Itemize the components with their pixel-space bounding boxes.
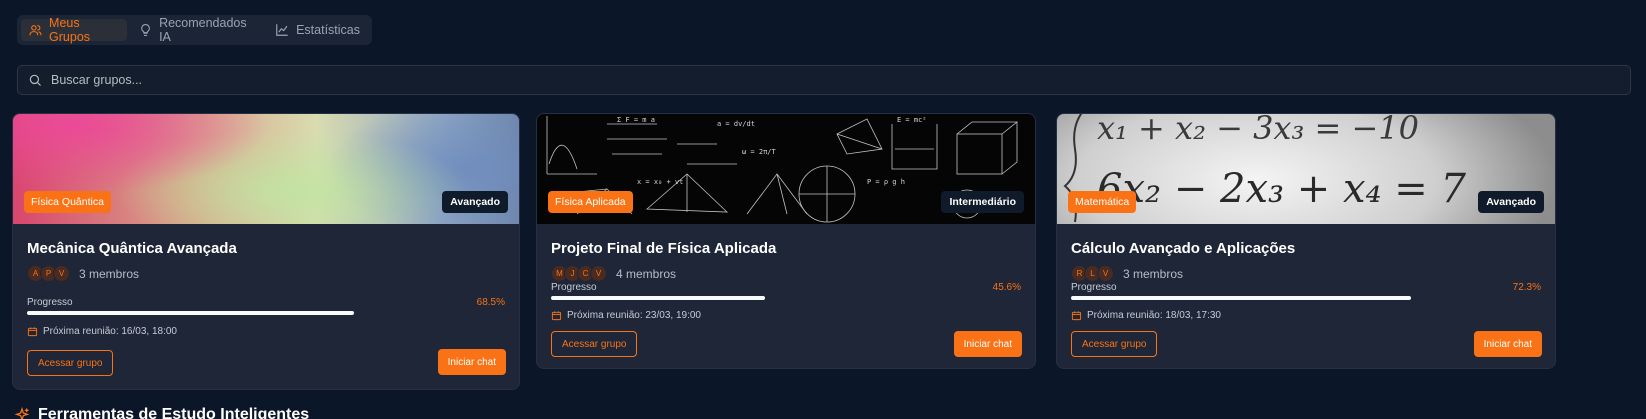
start-chat-button[interactable]: Iniciar chat (953, 331, 1022, 357)
group-card: x₁ + x₂ − 3x₃ = −10 6x₂ − 2x₃ + x₄ = 7 M… (1056, 113, 1556, 369)
chart-line-icon (276, 24, 288, 36)
search-input[interactable] (51, 73, 1630, 87)
group-cover-image: Física Quântica Avançado (13, 114, 519, 224)
meeting-text: Próxima reunião: 18/03, 17:30 (1087, 310, 1221, 321)
svg-text:a = dv/dt: a = dv/dt (717, 120, 755, 128)
member-count: 3 membros (79, 266, 140, 281)
sparkles-icon (14, 407, 30, 419)
calendar-icon (551, 311, 562, 321)
category-badge: Física Quântica (24, 191, 111, 213)
group-card: Σ F = m a a = dv/dt ω = 2π/T E = mc² P = ρ… (536, 113, 1036, 369)
svg-text:P = ρ g h: P = ρ g h (867, 178, 905, 186)
category-badge: Matemática (1068, 191, 1137, 213)
group-title: Mecânica Quântica Avançada (27, 240, 237, 257)
calendar-icon (1071, 311, 1082, 321)
next-meeting: Próxima reunião: 23/03, 19:00 (551, 310, 701, 321)
category-badge: Física Aplicada (548, 191, 633, 213)
level-badge: Avançado (442, 191, 508, 213)
lightbulb-icon (141, 24, 150, 36)
tab-label: Recomendados IA (159, 16, 247, 44)
group-title: Cálculo Avançado e Aplicações (1071, 240, 1296, 257)
svg-text:x = x₀ + vt: x = x₀ + vt (637, 178, 683, 186)
member-list: R L V 3 membros (1071, 265, 1183, 282)
access-group-button[interactable]: Acessar grupo (1071, 331, 1158, 357)
progress-bar (27, 311, 505, 315)
progress-fill (27, 311, 355, 315)
member-count: 4 membros (616, 266, 677, 281)
calendar-icon (27, 327, 38, 337)
access-group-button[interactable]: Acessar grupo (551, 331, 638, 357)
tab-label: Estatísticas (296, 23, 360, 37)
progress-percent: 68.5% (476, 297, 505, 308)
svg-text:ω = 2π/T: ω = 2π/T (742, 148, 777, 156)
search-icon (29, 74, 41, 86)
progress-bar (551, 296, 1021, 300)
avatar: V (53, 265, 70, 282)
progress-fill (1071, 296, 1411, 300)
next-meeting: Próxima reunião: 18/03, 17:30 (1071, 310, 1221, 321)
tab-estatisticas[interactable]: Estatísticas (267, 19, 368, 41)
member-count: 3 membros (1123, 266, 1184, 281)
member-list: M J C V 4 membros (551, 265, 676, 282)
progress-bar (1071, 296, 1541, 300)
progress-percent: 45.6% (992, 282, 1021, 293)
meeting-text: Próxima reunião: 16/03, 18:00 (43, 326, 177, 337)
level-badge: Avançado (1478, 191, 1544, 213)
access-group-button[interactable]: Acessar grupo (27, 350, 114, 376)
progress-label: Progresso (551, 282, 597, 293)
progress-fill (551, 296, 766, 300)
svg-text:E = mc²: E = mc² (897, 116, 927, 124)
section-title: Ferramentas de Estudo Inteligentes (38, 406, 310, 419)
level-badge: Intermediário (941, 191, 1024, 213)
progress-percent: 72.3% (1512, 282, 1541, 293)
search-bar (17, 65, 1631, 95)
svg-text:Σ F = m a: Σ F = m a (617, 116, 655, 124)
users-icon (29, 25, 42, 36)
group-cover-image: x₁ + x₂ − 3x₃ = −10 6x₂ − 2x₃ + x₄ = 7 M… (1057, 114, 1555, 224)
avatar: V (590, 265, 607, 282)
avatar: V (1097, 265, 1114, 282)
next-meeting: Próxima reunião: 16/03, 18:00 (27, 326, 177, 337)
progress-label: Progresso (1071, 282, 1117, 293)
equation-line-1: x₁ + x₂ − 3x₃ = −10 (1097, 114, 1419, 147)
group-title: Projeto Final de Física Aplicada (551, 240, 777, 257)
start-chat-button[interactable]: Iniciar chat (1473, 331, 1542, 357)
equation-line-2: 6x₂ − 2x₃ + x₄ = 7 (1097, 166, 1467, 212)
tab-recomendados-ia[interactable]: Recomendados IA (131, 16, 263, 44)
group-cover-image: Σ F = m a a = dv/dt ω = 2π/T E = mc² P = ρ… (537, 114, 1035, 224)
progress-label: Progresso (27, 297, 73, 308)
section-heading: Ferramentas de Estudo Inteligentes (14, 406, 309, 419)
meeting-text: Próxima reunião: 23/03, 19:00 (567, 310, 701, 321)
start-chat-button[interactable]: Iniciar chat (437, 349, 506, 375)
view-tabs: Meus Grupos Recomendados IA Estatísticas (17, 15, 372, 45)
tab-label: Meus Grupos (49, 16, 91, 44)
member-list: A P V 3 membros (27, 265, 139, 282)
tab-meus-grupos[interactable]: Meus Grupos (21, 16, 127, 44)
group-card: Física Quântica Avançado Mecânica Quânti… (12, 113, 520, 390)
